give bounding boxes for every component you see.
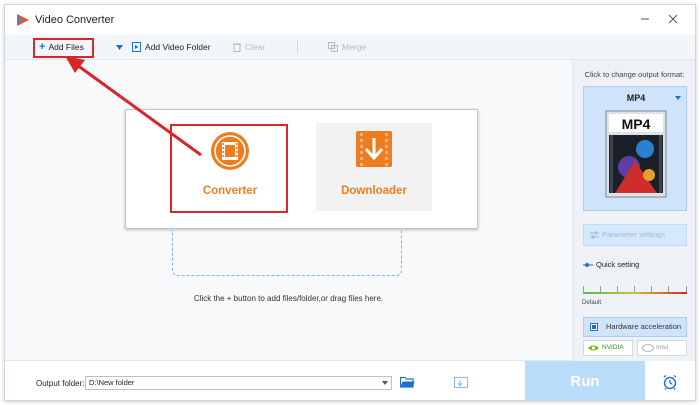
- annotation-arrow: [65, 56, 202, 157]
- app-window: Video Converter + Add Files Add Video Fol…: [4, 4, 696, 401]
